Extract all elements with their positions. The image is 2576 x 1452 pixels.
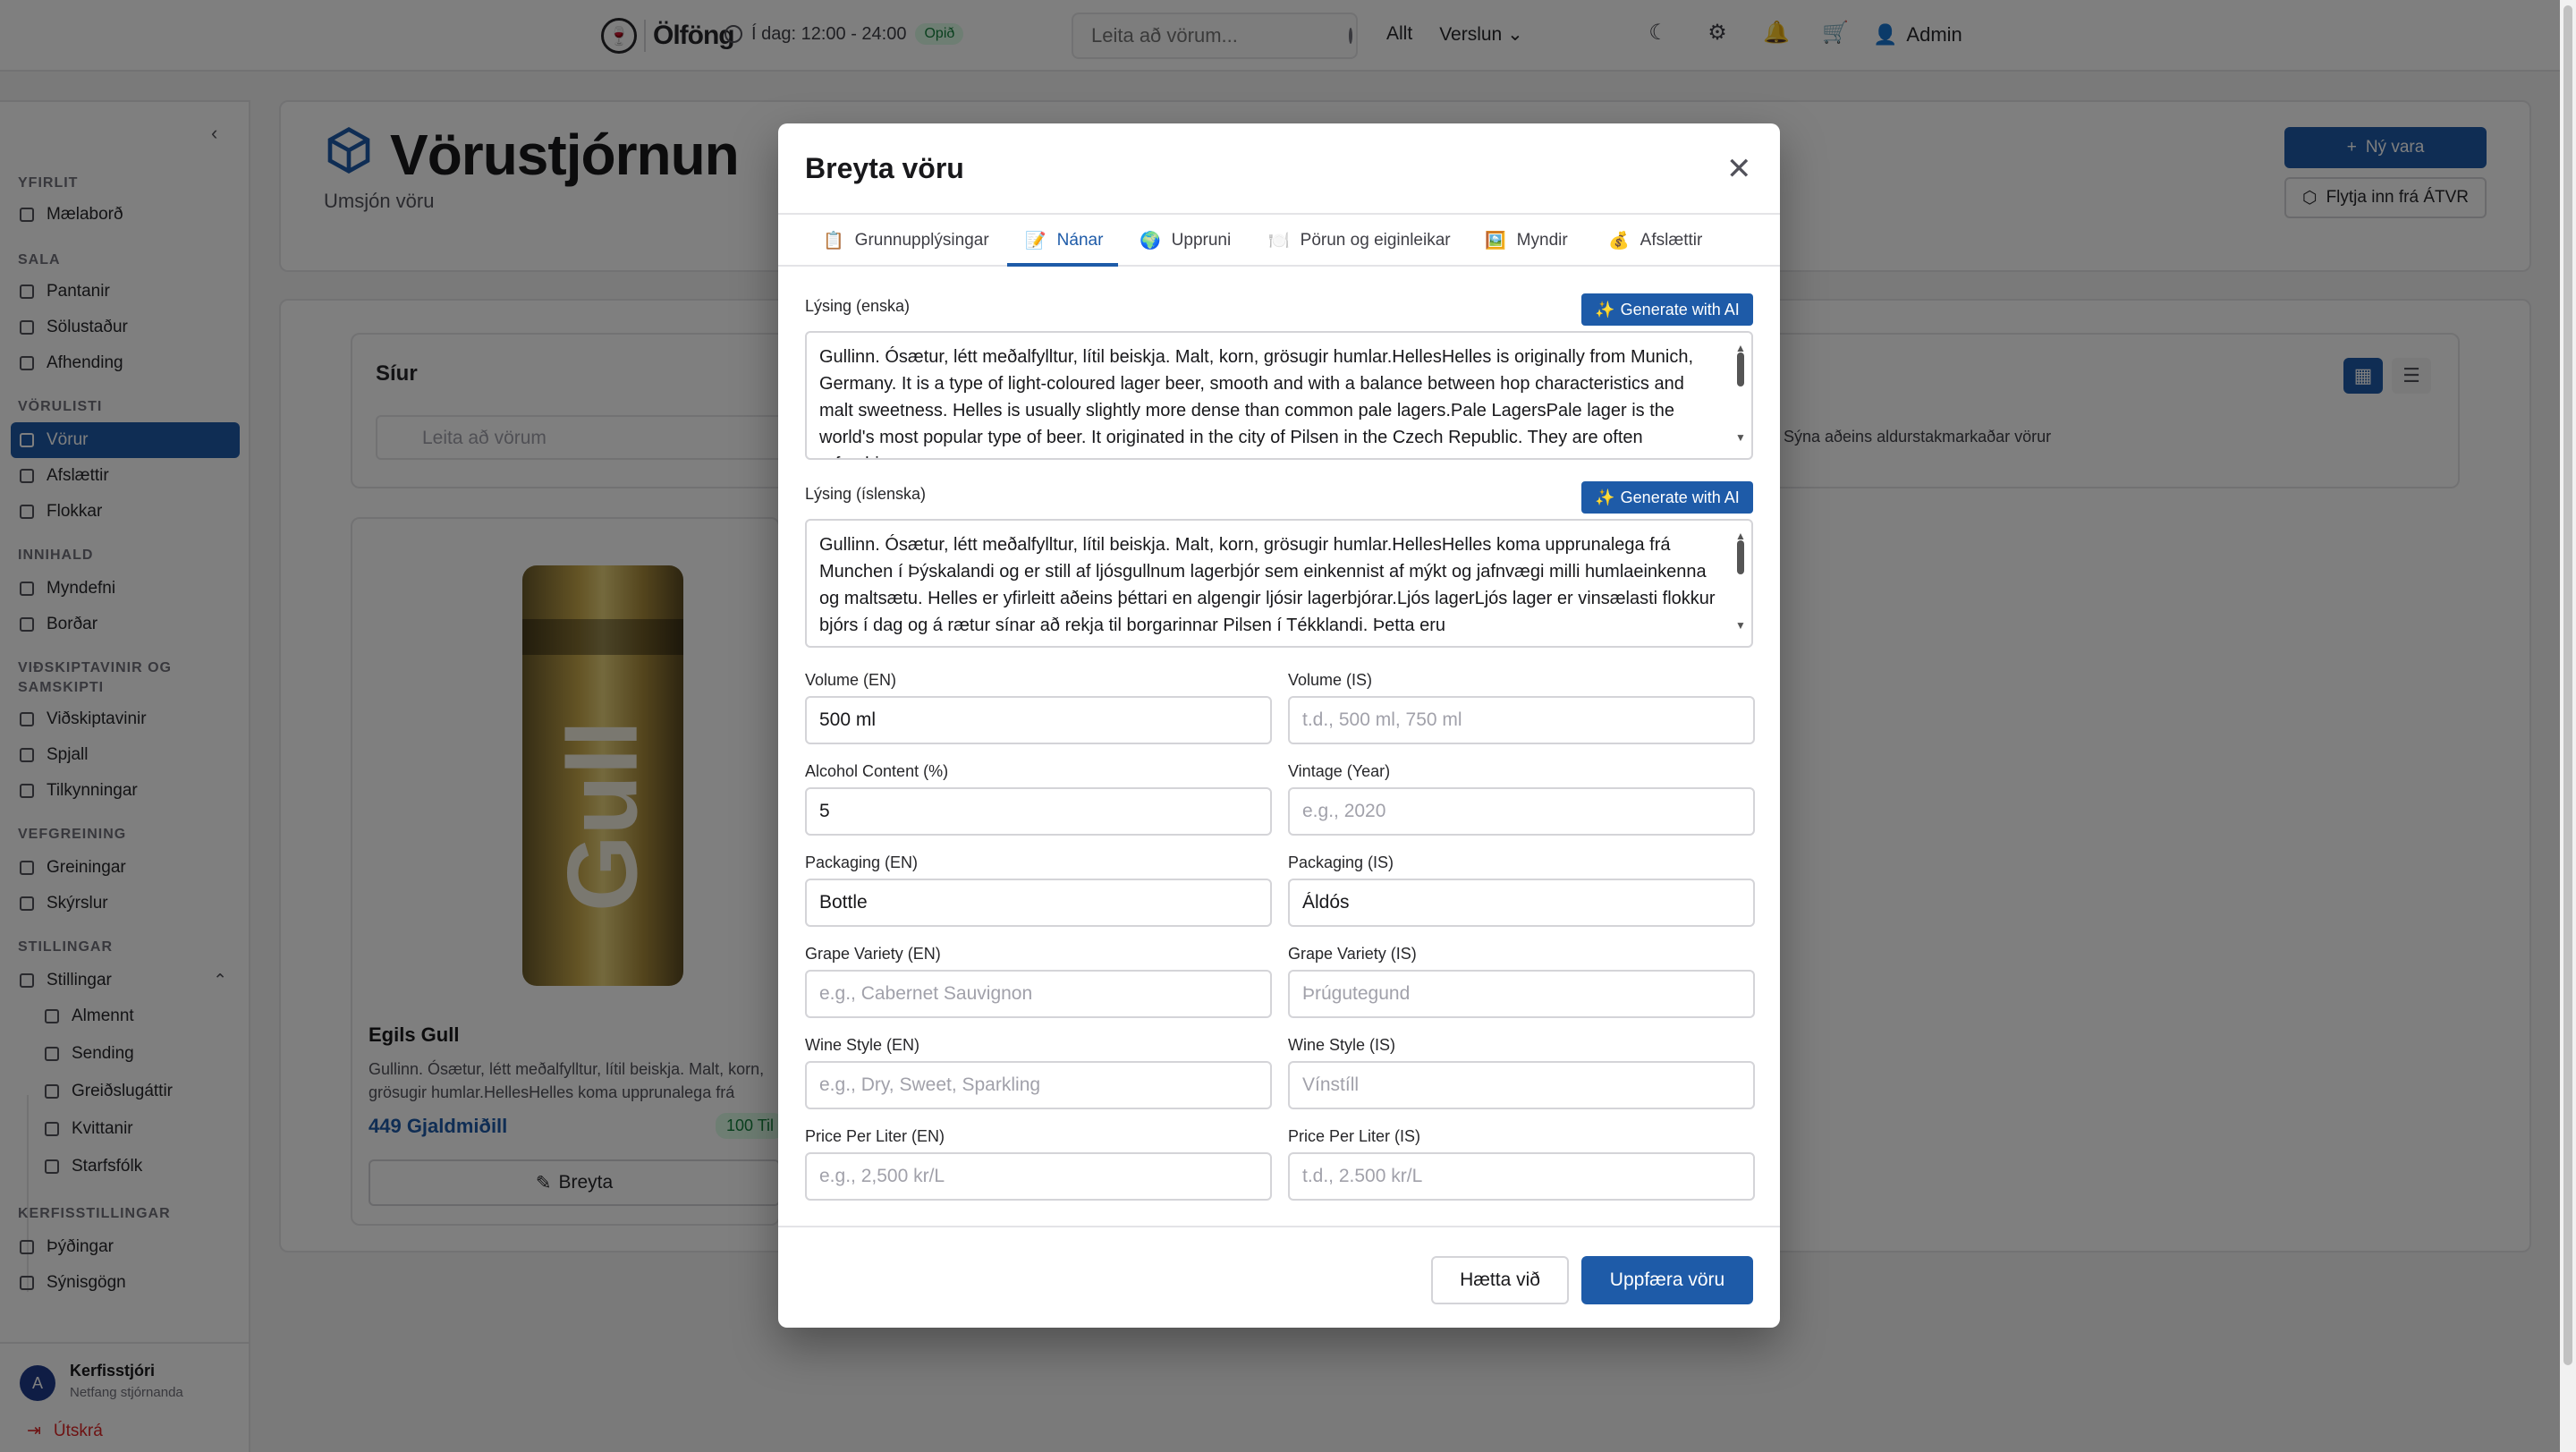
description-is-text: Gullinn. Ósætur, létt meðalfylltur, líti…	[819, 535, 1716, 635]
volume-is-label: Volume (IS)	[1288, 671, 1373, 689]
tab-pairing[interactable]: 🍽️ Pörun og eiginleikar	[1268, 227, 1451, 254]
packaging-is-input[interactable]	[1288, 879, 1755, 927]
wine-style-en-label: Wine Style (EN)	[805, 1036, 920, 1054]
plate-icon: 🍽️	[1268, 232, 1290, 250]
globe-icon: 🌍	[1140, 232, 1161, 250]
cancel-button[interactable]: Hætta við	[1431, 1256, 1569, 1304]
alcohol-label: Alcohol Content (%)	[805, 762, 949, 780]
dialog-tabs: 📋 Grunnupplýsingar 📝 Nánar 🌍 Uppruni 🍽️ Pöru…	[778, 213, 1780, 267]
wine-style-is-label: Wine Style (IS)	[1288, 1036, 1396, 1054]
packaging-en-input[interactable]	[805, 879, 1272, 927]
grape-en-label: Grape Variety (EN)	[805, 945, 941, 963]
tab-label: Afslættir	[1640, 231, 1703, 250]
picture-icon: 🖼️	[1485, 232, 1506, 250]
tab-basic-info[interactable]: 📋 Grunnupplýsingar	[823, 227, 989, 254]
tab-discounts[interactable]: 💰 Afslættir	[1608, 227, 1702, 254]
volume-en-label: Volume (EN)	[805, 671, 897, 689]
description-en-text: Gullinn. Ósætur, létt meðalfylltur, líti…	[819, 347, 1694, 458]
desc-is-label: Lýsing (íslenska)	[805, 485, 927, 503]
generate-ai-is-button[interactable]: ✨ Generate with AI	[1581, 481, 1753, 514]
description-en-textarea[interactable]: Gullinn. Ósætur, létt meðalfylltur, líti…	[805, 331, 1753, 460]
desc-en-label: Lýsing (enska)	[805, 297, 911, 315]
magic-wand-icon: ✨	[1595, 488, 1615, 506]
wine-style-is-input[interactable]	[1288, 1061, 1755, 1109]
textarea-scroll-thumb[interactable]	[1737, 540, 1744, 574]
tab-label: Pörun og eiginleikar	[1300, 231, 1451, 250]
tab-origin[interactable]: 🌍 Uppruni	[1140, 227, 1231, 254]
update-product-button[interactable]: Uppfæra vöru	[1581, 1256, 1753, 1304]
price-per-liter-en-input[interactable]	[805, 1152, 1272, 1201]
grape-is-input[interactable]	[1288, 970, 1755, 1018]
textarea-scrollbar[interactable]: ▲ ▼	[1735, 528, 1746, 639]
packaging-en-label: Packaging (EN)	[805, 853, 919, 871]
grape-is-label: Grape Variety (IS)	[1288, 945, 1417, 963]
alcohol-input[interactable]	[805, 787, 1272, 836]
magic-wand-icon: ✨	[1595, 300, 1615, 318]
dialog-footer: Hætta við Uppfæra vöru	[778, 1226, 1780, 1328]
textarea-scrollbar[interactable]: ▲ ▼	[1735, 340, 1746, 451]
active-tab-indicator	[1007, 263, 1118, 267]
clipboard-icon: 📋	[823, 232, 844, 250]
textarea-scroll-thumb[interactable]	[1737, 352, 1744, 386]
vintage-input[interactable]	[1288, 787, 1755, 836]
page-scrollbar[interactable]	[2560, 0, 2576, 1452]
tab-label: Uppruni	[1171, 231, 1232, 250]
vintage-label: Vintage (Year)	[1288, 762, 1391, 780]
scroll-down-icon[interactable]: ▼	[1735, 424, 1746, 451]
wine-style-en-input[interactable]	[805, 1061, 1272, 1109]
generate-ai-label: Generate with AI	[1620, 488, 1740, 506]
scroll-down-icon[interactable]: ▼	[1735, 612, 1746, 639]
price-per-liter-is-input[interactable]	[1288, 1152, 1755, 1201]
grape-en-input[interactable]	[805, 970, 1272, 1018]
price-per-liter-en-label: Price Per Liter (EN)	[805, 1127, 945, 1145]
tab-label: Nánar	[1056, 231, 1104, 250]
tab-images[interactable]: 🖼️ Myndir	[1485, 227, 1568, 254]
page-scrollbar-thumb[interactable]	[2563, 5, 2572, 1365]
tab-details[interactable]: 📝 Nánar	[1025, 227, 1103, 254]
close-icon[interactable]: ✕	[1726, 154, 1752, 184]
description-is-textarea[interactable]: Gullinn. Ósætur, létt meðalfylltur, líti…	[805, 519, 1753, 648]
volume-is-input[interactable]	[1288, 696, 1755, 744]
tab-label: Grunnupplýsingar	[854, 231, 989, 250]
dialog-title: Breyta vöru	[805, 152, 964, 184]
generate-ai-en-button[interactable]: ✨ Generate with AI	[1581, 293, 1753, 326]
volume-en-input[interactable]	[805, 696, 1272, 744]
packaging-is-label: Packaging (IS)	[1288, 853, 1394, 871]
memo-icon: 📝	[1025, 232, 1046, 250]
edit-product-dialog: Breyta vöru ✕ 📋 Grunnupplýsingar 📝 Nánar 🌍…	[778, 123, 1780, 1328]
generate-ai-label: Generate with AI	[1620, 300, 1740, 318]
tab-label: Myndir	[1516, 231, 1568, 250]
money-bag-icon: 💰	[1608, 232, 1630, 250]
price-per-liter-is-label: Price Per Liter (IS)	[1288, 1127, 1421, 1145]
